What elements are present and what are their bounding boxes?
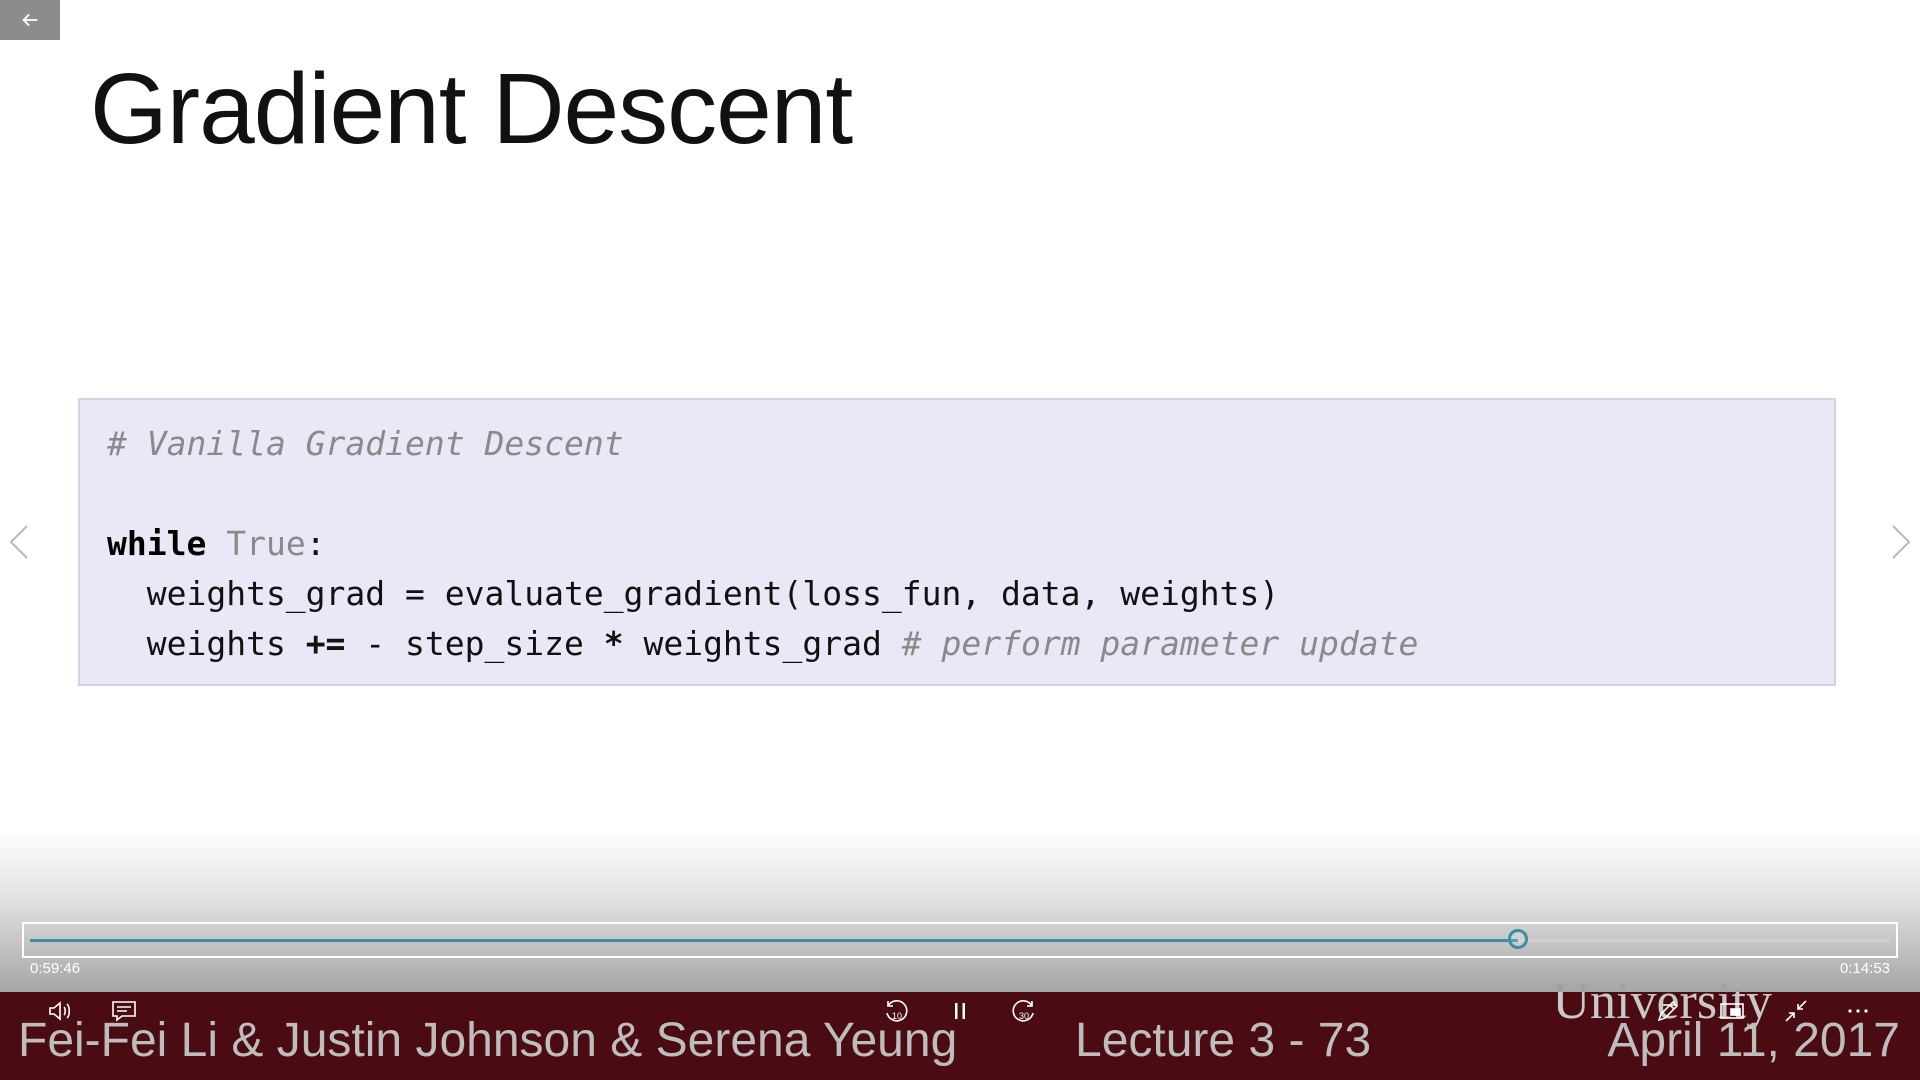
volume-icon bbox=[49, 1001, 71, 1021]
code-update-star: * bbox=[603, 624, 624, 663]
more-options-button[interactable] bbox=[1838, 994, 1878, 1028]
slide-title: Gradient Descent bbox=[90, 53, 853, 165]
video-player: Gradient Descent # Vanilla Gradient Desc… bbox=[0, 0, 1920, 1080]
volume-button[interactable] bbox=[40, 994, 80, 1028]
footer-lecture-number: Lecture 3 - 73 bbox=[1075, 1014, 1372, 1067]
next-button[interactable] bbox=[1886, 520, 1916, 564]
captions-button[interactable] bbox=[104, 994, 144, 1028]
footer-names: Fei-Fei Li & Justin Johnson & Serena Yeu… bbox=[18, 1014, 958, 1067]
pen-icon bbox=[1657, 1000, 1679, 1022]
code-while-line: while True: bbox=[107, 524, 326, 563]
seek-bar[interactable] bbox=[22, 922, 1898, 958]
code-update-suffix: weights_grad bbox=[623, 624, 902, 663]
skip-back-button[interactable]: 10 bbox=[876, 994, 916, 1028]
skip-back-10-icon: 10 bbox=[886, 1000, 908, 1022]
code-update-op: += bbox=[305, 624, 346, 663]
svg-text:30: 30 bbox=[1019, 1011, 1029, 1021]
miniview-button[interactable] bbox=[1712, 994, 1752, 1028]
code-update-prefix: weights bbox=[107, 624, 306, 663]
code-update-comment: # perform parameter update bbox=[901, 624, 1419, 663]
previous-button[interactable] bbox=[4, 520, 34, 564]
seek-progress bbox=[30, 939, 1518, 942]
code-colon: : bbox=[305, 524, 326, 563]
skip-forward-30-icon: 30 bbox=[1012, 1000, 1034, 1022]
elapsed-time: 0:59:46 bbox=[30, 960, 81, 977]
svg-text:10: 10 bbox=[892, 1011, 902, 1021]
code-comment: # Vanilla Gradient Descent bbox=[107, 424, 624, 463]
captions-icon bbox=[112, 1001, 136, 1022]
seek-track[interactable] bbox=[30, 929, 1890, 949]
controls-overlay bbox=[0, 830, 1920, 992]
remaining-time: 0:14:53 bbox=[1839, 960, 1890, 977]
chevron-right-icon bbox=[1892, 525, 1911, 559]
code-while-keyword: while bbox=[107, 524, 207, 563]
miniview-icon bbox=[1720, 1003, 1744, 1019]
code-grad-line: weights_grad = evaluate_gradient(loss_fu… bbox=[107, 574, 1280, 613]
exit-fullscreen-icon bbox=[1785, 1000, 1807, 1022]
code-update-line: weights += - step_size * weights_grad # … bbox=[107, 624, 1419, 663]
draw-button[interactable] bbox=[1648, 994, 1688, 1028]
code-block: # Vanilla Gradient Descent while True: w… bbox=[78, 398, 1836, 686]
seek-thumb[interactable] bbox=[1508, 929, 1528, 949]
pause-icon bbox=[955, 1003, 965, 1019]
back-button[interactable] bbox=[0, 0, 60, 40]
chevron-left-icon bbox=[9, 525, 28, 559]
skip-forward-button[interactable]: 30 bbox=[1004, 994, 1044, 1028]
arrow-left-icon bbox=[22, 13, 38, 27]
code-update-mid: - step_size bbox=[345, 624, 604, 663]
pause-button[interactable] bbox=[940, 994, 980, 1028]
exit-fullscreen-button[interactable] bbox=[1776, 994, 1816, 1028]
more-icon bbox=[1848, 1009, 1868, 1013]
code-true-constant: True bbox=[226, 524, 306, 563]
